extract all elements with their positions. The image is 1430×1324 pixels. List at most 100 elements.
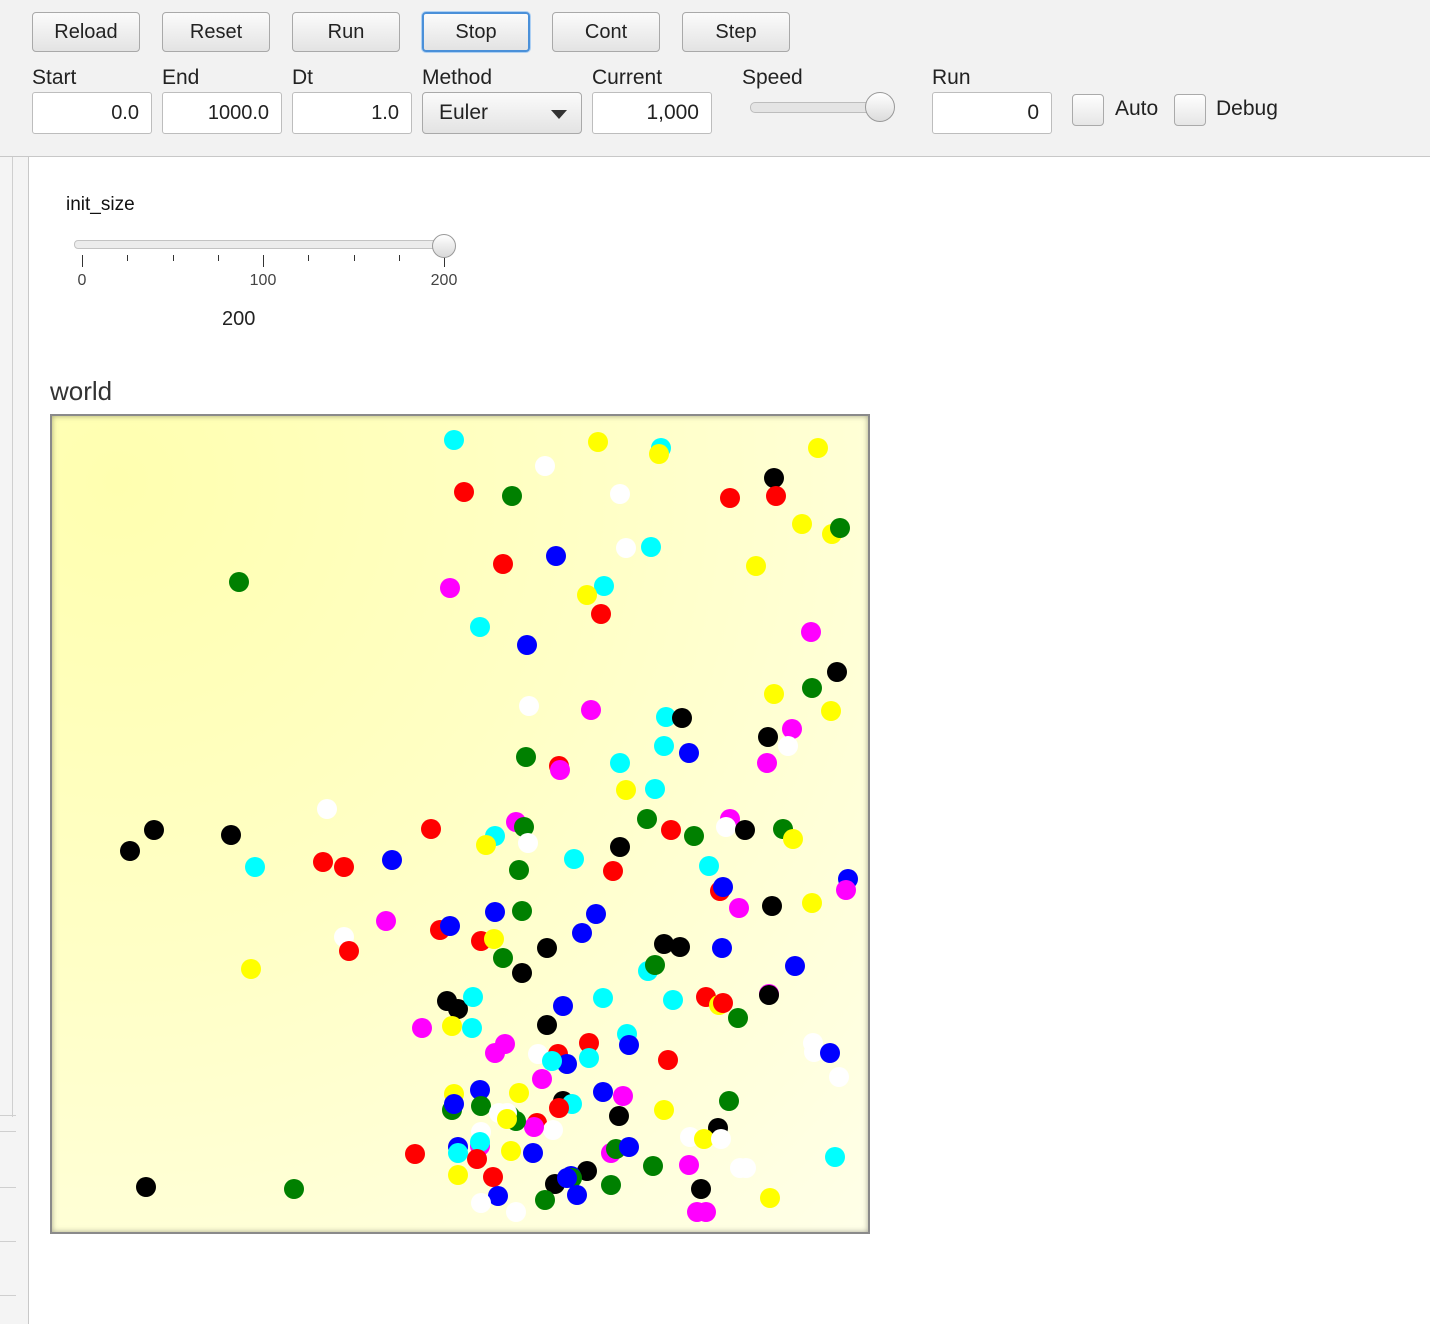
world-agent <box>382 850 402 870</box>
world-agent <box>471 1193 491 1213</box>
world-agent <box>610 484 630 504</box>
world-agent <box>757 753 777 773</box>
run-count-field[interactable]: 0 <box>932 92 1052 134</box>
world-agent <box>679 1155 699 1175</box>
world-agent <box>663 990 683 1010</box>
method-select[interactable]: Euler <box>422 92 582 134</box>
world-agent <box>444 430 464 450</box>
world-agent <box>760 1188 780 1208</box>
world-agent <box>284 1179 304 1199</box>
world-agent <box>720 488 740 508</box>
world-agent <box>339 941 359 961</box>
world-agent <box>144 820 164 840</box>
left-side-panel[interactable] <box>0 157 29 1324</box>
world-agent <box>221 825 241 845</box>
world-agent <box>716 817 736 837</box>
world-title: world <box>50 376 113 406</box>
world-agent <box>601 1175 621 1195</box>
world-agent <box>516 747 536 767</box>
dt-field[interactable]: 1.0 <box>292 92 412 134</box>
world-agent <box>759 985 779 1005</box>
world-agent <box>376 911 396 931</box>
end-label: End <box>162 66 200 89</box>
world-agent <box>241 959 261 979</box>
world-agent <box>524 1117 544 1137</box>
world-agent <box>484 929 504 949</box>
stop-button[interactable]: Stop <box>422 12 530 52</box>
speed-slider-thumb[interactable] <box>865 92 895 122</box>
world-agent <box>493 554 513 574</box>
left-panel-divider <box>12 157 13 1117</box>
init-size-tick <box>82 255 83 267</box>
world-agent <box>462 1018 482 1038</box>
reload-button[interactable]: Reload <box>32 12 140 52</box>
method-value: Euler <box>439 101 489 124</box>
world-agent <box>313 852 333 872</box>
world-agent <box>509 860 529 880</box>
world-canvas[interactable] <box>50 414 870 1234</box>
world-agent <box>412 1018 432 1038</box>
cont-button[interactable]: Cont <box>552 12 660 52</box>
world-agent <box>802 893 822 913</box>
world-agent <box>448 1165 468 1185</box>
init-size-slider-thumb[interactable] <box>432 234 456 258</box>
debug-checkbox[interactable] <box>1174 94 1206 126</box>
world-agent <box>594 576 614 596</box>
dt-label: Dt <box>292 66 313 89</box>
world-agent <box>785 956 805 976</box>
reset-button[interactable]: Reset <box>162 12 270 52</box>
world-agent <box>603 861 623 881</box>
world-agent <box>616 780 636 800</box>
world-agent <box>764 468 784 488</box>
world-agent <box>245 857 265 877</box>
world-agent <box>120 841 140 861</box>
world-agent <box>537 938 557 958</box>
world-agent <box>736 1158 756 1178</box>
world-agent <box>729 898 749 918</box>
world-agent <box>654 1100 674 1120</box>
world-agent <box>421 819 441 839</box>
current-field: 1,000 <box>592 92 712 134</box>
auto-checkbox[interactable] <box>1072 94 1104 126</box>
init-size-tick <box>172 255 174 261</box>
world-agent <box>553 996 573 1016</box>
step-button[interactable]: Step <box>682 12 790 52</box>
world-agent <box>699 856 719 876</box>
world-agent <box>661 820 681 840</box>
world-agent <box>827 662 847 682</box>
end-field[interactable]: 1000.0 <box>162 92 282 134</box>
world-agent <box>808 438 828 458</box>
left-panel-row-divider <box>0 1295 16 1296</box>
world-agent <box>581 700 601 720</box>
world-agent <box>591 604 611 624</box>
world-agent <box>444 1094 464 1114</box>
world-agent <box>506 1202 526 1222</box>
world-agent <box>713 993 733 1013</box>
world-agent <box>405 1144 425 1164</box>
world-agent <box>758 727 778 747</box>
world-agent <box>483 1167 503 1187</box>
world-agent <box>577 585 597 605</box>
world-agent <box>502 486 522 506</box>
speed-label: Speed <box>742 66 803 89</box>
world-agent <box>649 444 669 464</box>
world-agent <box>546 546 566 566</box>
init-size-slider-track[interactable] <box>74 240 454 249</box>
start-field[interactable]: 0.0 <box>32 92 152 134</box>
world-agents <box>120 430 858 1222</box>
world-agent <box>610 753 630 773</box>
world-agent <box>691 1179 711 1199</box>
world-agent <box>535 1190 555 1210</box>
world-agent <box>448 1143 468 1163</box>
world-agent <box>764 684 784 704</box>
world-agent <box>493 948 513 968</box>
world-agent <box>613 1086 633 1106</box>
world-agent <box>645 779 665 799</box>
world-agent <box>645 955 665 975</box>
run-button[interactable]: Run <box>292 12 400 52</box>
world-agent <box>501 1141 521 1161</box>
init-size-value: 200 <box>222 308 256 330</box>
world-agent <box>672 708 692 728</box>
init-size-label: init_size <box>66 194 135 215</box>
world-agent <box>778 736 798 756</box>
